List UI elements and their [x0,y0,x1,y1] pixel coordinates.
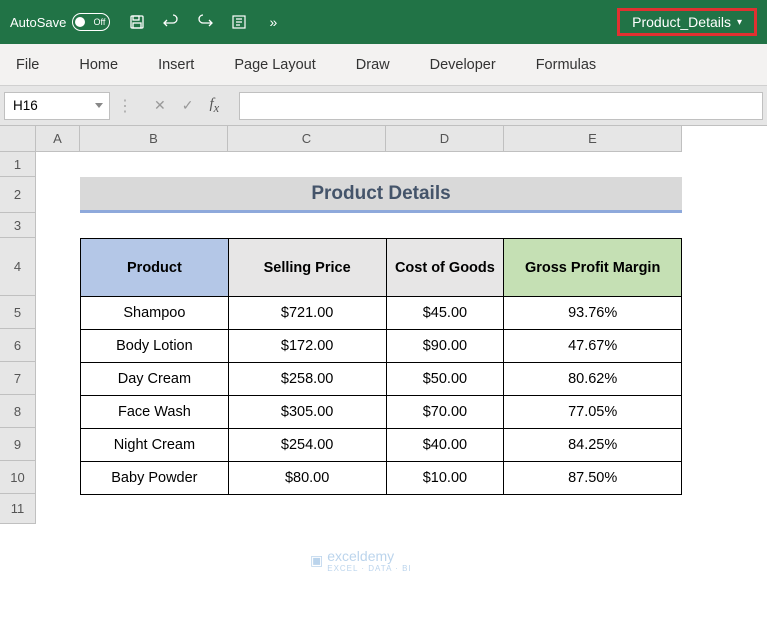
select-all-corner[interactable] [0,126,36,152]
row-header-8[interactable]: 8 [0,395,36,428]
tab-formulas[interactable]: Formulas [530,49,602,81]
cell-product[interactable]: Body Lotion [81,330,229,363]
th-selling-price[interactable]: Selling Price [228,239,386,297]
toggle-state: Off [94,17,106,27]
column-headers: A B C D E [36,126,682,152]
watermark-brand: exceldemy [327,548,394,564]
table-row: Shampoo$721.00$45.0093.76% [81,297,682,330]
data-table: Product Selling Price Cost of Goods Gros… [80,238,682,495]
table-row: Night Cream$254.00$40.0084.25% [81,429,682,462]
cell-gross[interactable]: 87.50% [504,462,682,495]
col-header-E[interactable]: E [504,126,682,152]
cells-area[interactable]: Product Details Product Selling Price Co… [36,152,682,494]
col-header-C[interactable]: C [228,126,386,152]
col-header-D[interactable]: D [386,126,504,152]
tab-draw[interactable]: Draw [350,49,396,81]
formula-bar: H16 ⋮ ✕ ✓ fx [0,86,767,126]
cell-product[interactable]: Baby Powder [81,462,229,495]
document-name: Product_Details [632,14,731,30]
row-header-3[interactable]: 3 [0,213,36,238]
quick-access-toolbar: » [128,13,282,31]
th-gross-profit-margin[interactable]: Gross Profit Margin [504,239,682,297]
cell-selling[interactable]: $721.00 [228,297,386,330]
cell-cost[interactable]: $45.00 [386,297,504,330]
row-header-4[interactable]: 4 [0,238,36,296]
row-header-7[interactable]: 7 [0,362,36,395]
cell-gross[interactable]: 47.67% [504,330,682,363]
autosave-group: AutoSave Off [10,13,110,31]
enter-icon[interactable]: ✓ [182,97,194,114]
title-bar: AutoSave Off » Product_Details ▾ [0,0,767,44]
more-icon[interactable]: » [264,13,282,31]
name-box-value: H16 [13,98,38,113]
cell-product[interactable]: Face Wash [81,396,229,429]
undo-icon[interactable] [162,13,180,31]
table-row: Baby Powder$80.00$10.0087.50% [81,462,682,495]
tab-file[interactable]: File [10,49,45,81]
row-header-9[interactable]: 9 [0,428,36,461]
cell-cost[interactable]: $40.00 [386,429,504,462]
redo-icon[interactable] [196,13,214,31]
cell-gross[interactable]: 80.62% [504,363,682,396]
row-header-5[interactable]: 5 [0,296,36,329]
row-headers: 1 2 3 4 5 6 7 8 9 10 11 [0,152,36,524]
formula-bar-icons: ✕ ✓ fx [140,96,233,116]
th-product[interactable]: Product [81,239,229,297]
document-name-highlight[interactable]: Product_Details ▾ [617,8,757,36]
tab-home[interactable]: Home [73,49,124,81]
cell-gross[interactable]: 93.76% [504,297,682,330]
watermark-sub: EXCEL · DATA · BI [327,564,411,573]
autosave-label: AutoSave [10,15,66,30]
sheet-title: Product Details [80,177,682,213]
separator: ⋮ [110,96,140,116]
grid-body: 1 2 3 4 5 6 7 8 9 10 11 Product Details … [0,152,767,524]
tab-page-layout[interactable]: Page Layout [228,49,321,81]
form-icon[interactable] [230,13,248,31]
table-row: Face Wash$305.00$70.0077.05% [81,396,682,429]
row-header-2[interactable]: 2 [0,177,36,213]
cell-selling[interactable]: $172.00 [228,330,386,363]
tab-insert[interactable]: Insert [152,49,200,81]
row-header-6[interactable]: 6 [0,329,36,362]
watermark-icon: ▣ [310,552,323,569]
cell-cost[interactable]: $90.00 [386,330,504,363]
cell-selling[interactable]: $305.00 [228,396,386,429]
col-header-A[interactable]: A [36,126,80,152]
cell-cost[interactable]: $10.00 [386,462,504,495]
table-row: Day Cream$258.00$50.0080.62% [81,363,682,396]
table-row: Body Lotion$172.00$90.0047.67% [81,330,682,363]
ribbon-tabs: File Home Insert Page Layout Draw Develo… [0,44,767,86]
cell-selling[interactable]: $254.00 [228,429,386,462]
cell-cost[interactable]: $70.00 [386,396,504,429]
dropdown-icon: ▾ [737,17,742,28]
cell-product[interactable]: Day Cream [81,363,229,396]
name-box[interactable]: H16 [4,92,110,120]
cell-selling[interactable]: $258.00 [228,363,386,396]
cancel-icon[interactable]: ✕ [154,97,166,114]
fx-icon[interactable]: fx [209,96,219,116]
cell-product[interactable]: Night Cream [81,429,229,462]
toggle-dot [75,17,85,27]
cell-gross[interactable]: 77.05% [504,396,682,429]
cell-product[interactable]: Shampoo [81,297,229,330]
cell-cost[interactable]: $50.00 [386,363,504,396]
th-cost-of-goods[interactable]: Cost of Goods [386,239,504,297]
col-header-B[interactable]: B [80,126,228,152]
formula-input[interactable] [239,92,763,120]
grid-header-row: A B C D E [0,126,767,152]
save-icon[interactable] [128,13,146,31]
tab-developer[interactable]: Developer [424,49,502,81]
row-header-1[interactable]: 1 [0,152,36,177]
autosave-toggle[interactable]: Off [72,13,110,31]
row-header-10[interactable]: 10 [0,461,36,494]
watermark: ▣ exceldemy EXCEL · DATA · BI [310,548,412,573]
cell-selling[interactable]: $80.00 [228,462,386,495]
table-header-row: Product Selling Price Cost of Goods Gros… [81,239,682,297]
cell-gross[interactable]: 84.25% [504,429,682,462]
row-header-11[interactable]: 11 [0,494,36,524]
title-center: Product_Details ▾ [282,8,757,36]
